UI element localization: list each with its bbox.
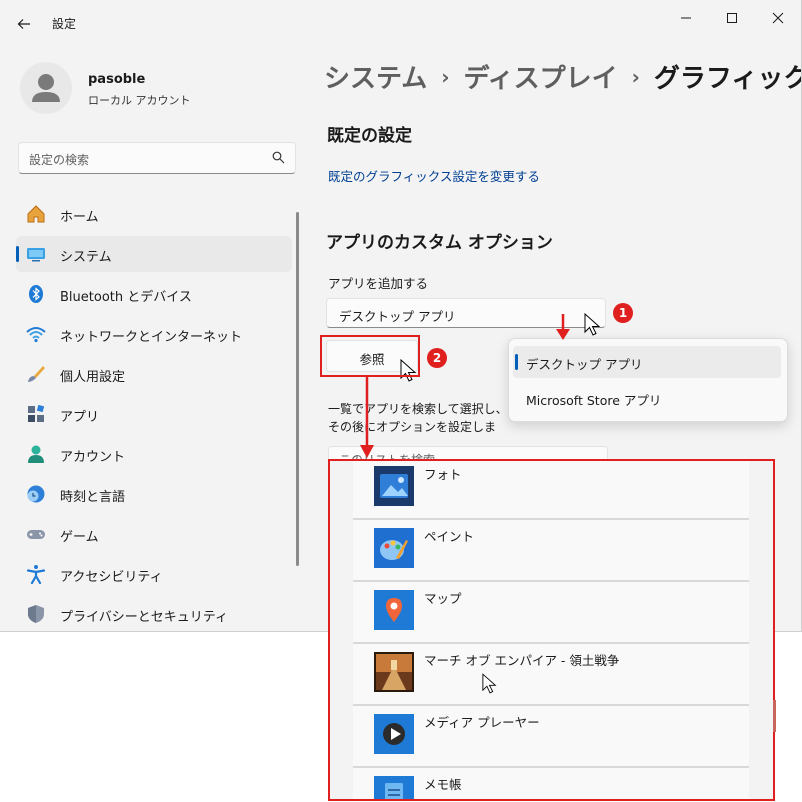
minimize-button[interactable] bbox=[666, 6, 706, 30]
sidebar-item-accessibility[interactable]: アクセシビリティ bbox=[16, 556, 292, 592]
list-item[interactable]: ペイント bbox=[353, 520, 749, 582]
search-placeholder: 設定の検索 bbox=[29, 153, 90, 167]
app-picker-list: フォト ペイント マップ マーチ オブ エンパイア - 領土戦争 メディア プレ… bbox=[328, 459, 775, 801]
custom-options-heading: アプリのカスタム オプション bbox=[326, 233, 553, 253]
list-item[interactable]: フォト bbox=[353, 461, 749, 520]
sidebar-item-label: 時刻と言語 bbox=[60, 490, 126, 505]
system-icon bbox=[27, 248, 45, 262]
media-player-icon bbox=[374, 714, 414, 754]
close-button[interactable] bbox=[758, 6, 798, 30]
app-name: フォト bbox=[424, 467, 462, 482]
app-name: メディア プレーヤー bbox=[424, 715, 540, 730]
sidebar-item-gaming[interactable]: ゲーム bbox=[16, 516, 292, 552]
window-title: 設定 bbox=[52, 17, 77, 31]
default-graphics-settings-link[interactable]: 既定のグラフィックス設定を変更する bbox=[328, 166, 540, 185]
sidebar-item-label: ホーム bbox=[60, 210, 99, 225]
app-name: マップ bbox=[424, 591, 462, 606]
gamepad-icon bbox=[27, 530, 45, 539]
sidebar-item-label: 個人用設定 bbox=[60, 370, 126, 385]
sidebar-item-network[interactable]: ネットワークとインターネット bbox=[16, 316, 292, 352]
list-item[interactable]: マーチ オブ エンパイア - 領土戦争 bbox=[353, 644, 749, 706]
avatar bbox=[20, 62, 72, 114]
user-avatar-icon bbox=[32, 74, 60, 102]
sidebar-item-privacy-security[interactable]: プライバシーとセキュリティ bbox=[16, 596, 292, 631]
maximize-icon bbox=[727, 13, 737, 23]
profile-account-type: ローカル アカウント bbox=[88, 94, 191, 107]
sidebar-item-time-language[interactable]: 時刻と言語 bbox=[16, 476, 292, 512]
selection-indicator bbox=[515, 354, 518, 370]
breadcrumb: システム › ディスプレイ › グラフィック bbox=[324, 58, 802, 95]
accessibility-icon bbox=[26, 565, 46, 584]
selection-indicator bbox=[16, 246, 19, 262]
list-item[interactable]: メモ帳 bbox=[353, 768, 749, 799]
dropdown-option-store[interactable]: Microsoft Store アプリ bbox=[513, 382, 781, 414]
sidebar-item-label: アクセシビリティ bbox=[60, 570, 163, 585]
breadcrumb-separator: › bbox=[441, 65, 450, 89]
game-thumbnail-icon bbox=[374, 652, 414, 692]
close-icon bbox=[772, 12, 784, 24]
breadcrumb-separator: › bbox=[631, 65, 640, 89]
sidebar-item-accounts[interactable]: アカウント bbox=[16, 436, 292, 472]
dropdown-option-label: Microsoft Store アプリ bbox=[526, 393, 662, 408]
account-icon bbox=[28, 445, 44, 463]
sidebar-item-label: ゲーム bbox=[60, 530, 99, 545]
breadcrumb-current: グラフィック bbox=[653, 64, 802, 94]
wifi-icon bbox=[26, 327, 46, 343]
breadcrumb-display[interactable]: ディスプレイ bbox=[463, 64, 617, 94]
minimize-icon bbox=[681, 17, 691, 19]
app-name: メモ帳 bbox=[424, 777, 462, 792]
annotation-box-browse bbox=[320, 335, 420, 377]
title-bar: 設定 bbox=[0, 0, 801, 48]
search-icon bbox=[272, 151, 285, 164]
maximize-button[interactable] bbox=[712, 6, 752, 30]
sidebar-item-label: プライバシーとセキュリティ bbox=[60, 610, 228, 625]
sidebar-item-apps[interactable]: アプリ bbox=[16, 396, 292, 432]
user-profile[interactable]: pasoble ローカル アカウント bbox=[20, 62, 280, 118]
home-icon bbox=[27, 205, 45, 223]
apps-icon bbox=[28, 404, 45, 422]
app-type-dropdown: デスクトップ アプリ Microsoft Store アプリ bbox=[508, 338, 788, 422]
annotation-badge-2: 2 bbox=[427, 348, 447, 368]
sidebar-scrollbar[interactable] bbox=[296, 212, 299, 566]
app-name: マーチ オブ エンパイア - 領土戦争 bbox=[424, 653, 620, 668]
clock-icon bbox=[27, 485, 45, 503]
breadcrumb-system[interactable]: システム bbox=[324, 64, 427, 94]
dropdown-option-label: デスクトップ アプリ bbox=[526, 357, 643, 372]
sidebar-nav: ホーム システム Bluetooth とデバイス ネットワークとインターネット … bbox=[16, 196, 292, 631]
back-button[interactable] bbox=[12, 12, 36, 36]
profile-name: pasoble bbox=[88, 72, 146, 87]
sidebar-item-label: ネットワークとインターネット bbox=[60, 330, 243, 345]
shield-icon bbox=[28, 605, 44, 623]
annotation-badge-1: 1 bbox=[613, 303, 633, 323]
defaults-heading: 既定の設定 bbox=[327, 126, 412, 146]
list-item[interactable]: マップ bbox=[353, 582, 749, 644]
annotation-arrow-down-icon bbox=[360, 376, 374, 458]
background-window-edge bbox=[773, 700, 776, 732]
mouse-cursor-icon bbox=[584, 313, 601, 336]
list-item[interactable]: メディア プレーヤー bbox=[353, 706, 749, 768]
paint-icon bbox=[374, 528, 414, 568]
sidebar-item-label: システム bbox=[60, 250, 112, 265]
sidebar-item-home[interactable]: ホーム bbox=[16, 196, 292, 232]
photos-icon bbox=[374, 466, 414, 506]
notepad-icon bbox=[374, 776, 414, 799]
sidebar-item-system[interactable]: システム bbox=[16, 236, 292, 272]
sidebar-item-label: Bluetooth とデバイス bbox=[60, 290, 192, 305]
sidebar-item-label: アカウント bbox=[60, 450, 126, 465]
back-arrow-icon bbox=[17, 19, 30, 29]
add-app-label: アプリを追加する bbox=[328, 276, 429, 291]
sidebar-item-personalization[interactable]: 個人用設定 bbox=[16, 356, 292, 392]
app-name: ペイント bbox=[424, 529, 475, 544]
sidebar-item-label: アプリ bbox=[60, 410, 100, 425]
settings-search-input[interactable]: 設定の検索 bbox=[18, 142, 296, 174]
maps-icon bbox=[374, 590, 414, 630]
dropdown-option-desktop[interactable]: デスクトップ アプリ bbox=[513, 346, 781, 378]
sidebar-item-bluetooth[interactable]: Bluetooth とデバイス bbox=[16, 276, 292, 312]
bluetooth-icon bbox=[29, 285, 43, 303]
mouse-cursor-icon bbox=[482, 673, 497, 694]
brush-icon bbox=[28, 366, 45, 382]
annotation-arrow-down-icon bbox=[556, 314, 570, 340]
combobox-value: デスクトップ アプリ bbox=[339, 309, 456, 324]
